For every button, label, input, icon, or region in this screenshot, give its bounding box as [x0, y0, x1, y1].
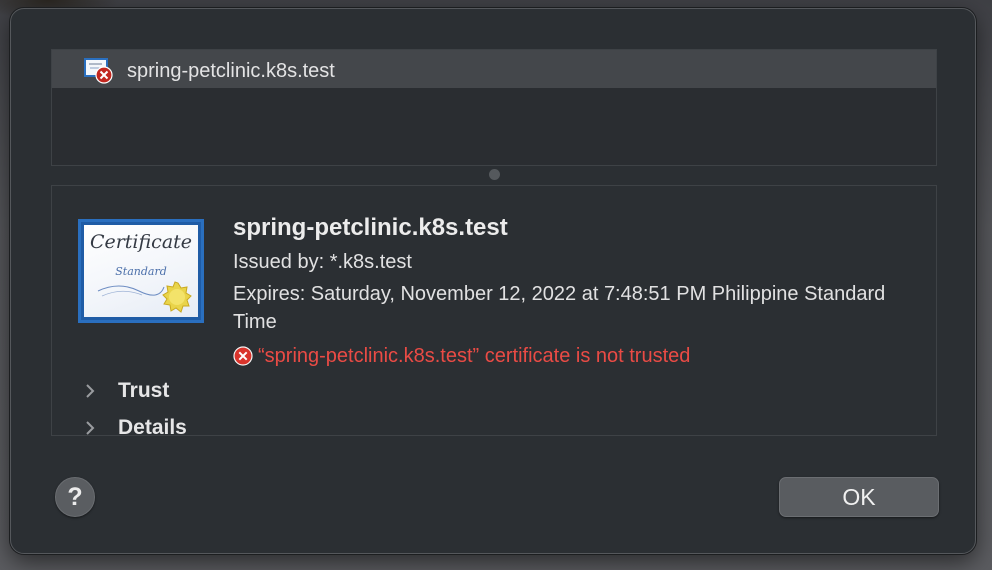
chevron-right-icon[interactable] — [84, 383, 96, 399]
chevron-right-icon[interactable] — [84, 420, 96, 436]
certificate-list[interactable]: spring-petclinic.k8s.test — [51, 49, 937, 166]
certificate-detail-panel: Certificate Standard spring-petclinic.k8… — [51, 185, 937, 436]
error-circle-icon — [233, 346, 253, 366]
details-disclosure-label: Details — [118, 416, 187, 436]
certificate-untrusted-icon — [84, 58, 113, 84]
details-disclosure[interactable]: Details — [84, 416, 187, 436]
ok-button[interactable]: OK — [779, 477, 939, 517]
certificate-standard-icon: Certificate Standard — [78, 219, 204, 323]
trust-disclosure-label: Trust — [118, 379, 170, 402]
certificate-name: spring-petclinic.k8s.test — [233, 214, 508, 241]
certificate-issuer: Issued by: *.k8s.test — [233, 251, 412, 273]
certificate-dialog: spring-petclinic.k8s.test Certificate St… — [10, 8, 976, 554]
trust-disclosure[interactable]: Trust — [84, 379, 169, 403]
list-item-label: spring-petclinic.k8s.test — [127, 60, 335, 82]
trust-status-text: “spring-petclinic.k8s.test” certificate … — [258, 345, 691, 367]
certificate-seal-icon — [97, 281, 192, 313]
help-button[interactable]: ? — [55, 477, 95, 517]
trust-status: “spring-petclinic.k8s.test” certificate … — [233, 342, 690, 370]
split-view-handle[interactable] — [489, 169, 500, 180]
list-item[interactable]: spring-petclinic.k8s.test — [52, 50, 936, 88]
certificate-expiration: Expires: Saturday, November 12, 2022 at … — [233, 283, 886, 333]
